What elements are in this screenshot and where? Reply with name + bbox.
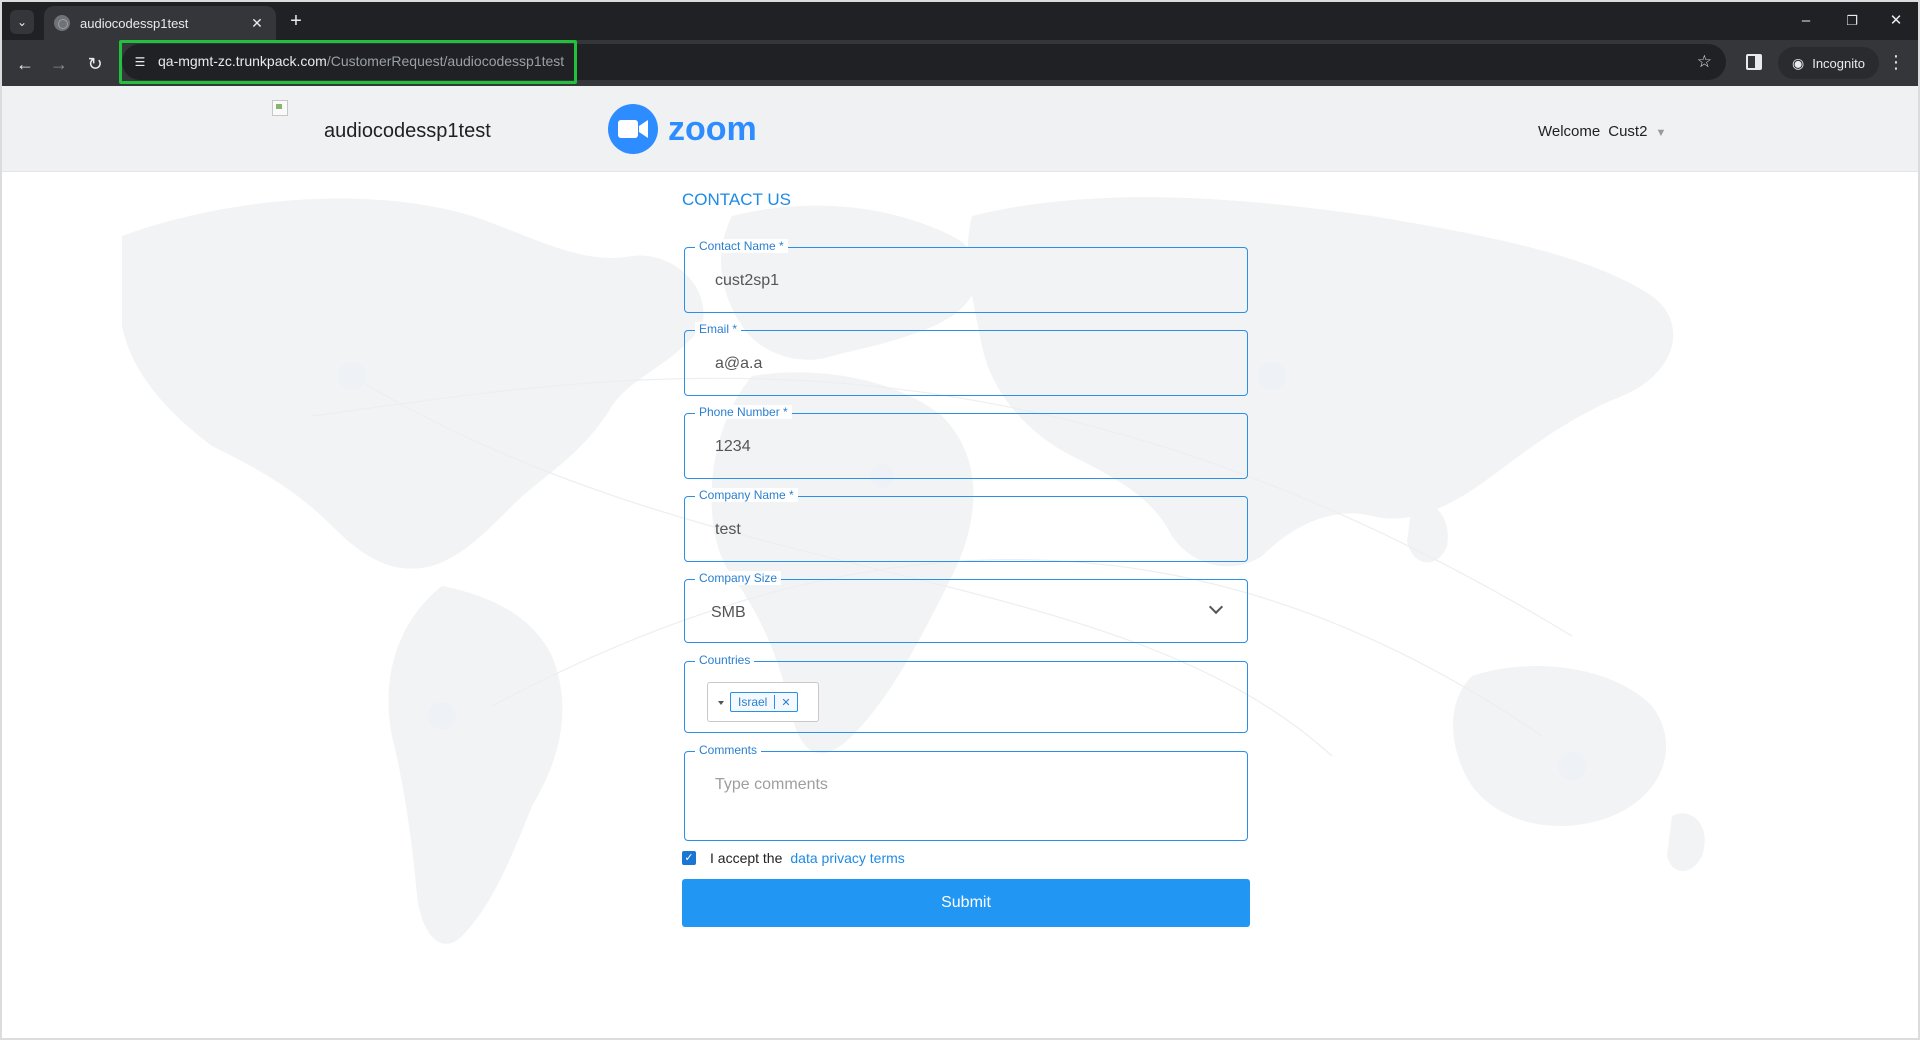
comments-placeholder[interactable]: Type comments <box>715 776 828 794</box>
form-title: CONTACT US <box>682 190 791 209</box>
contact-name-field[interactable]: Contact Name * cust2sp1 <box>684 239 1248 313</box>
contact-name-label: Contact Name * <box>695 239 788 253</box>
incognito-badge[interactable]: ◉ Incognito <box>1778 47 1879 79</box>
email-label: Email * <box>695 322 742 336</box>
company-name-label: Company Name * <box>695 488 798 502</box>
restore-icon[interactable]: ❐ <box>1830 8 1874 34</box>
comments-field[interactable]: Comments Type comments <box>684 743 1248 841</box>
phone-number-field[interactable]: Phone Number * 1234 <box>684 405 1248 479</box>
tenant-name: audiocodessp1test <box>324 120 491 142</box>
broken-logo-image-icon <box>272 100 288 116</box>
company-name-value[interactable]: test <box>715 521 741 539</box>
url-highlight-annotation <box>119 40 577 84</box>
tab-search-chevron-icon[interactable]: ⌄ <box>10 10 34 34</box>
country-chip: Israel ✕ <box>730 692 798 712</box>
email-field[interactable]: Email * a@a.a <box>684 322 1248 396</box>
site-header: audiocodessp1test zoom Welcome Cust2 ▼ <box>2 86 1918 172</box>
browser-menu-icon[interactable]: ⋮ <box>1886 52 1906 73</box>
zoom-logo: zoom <box>608 104 757 154</box>
zoom-wordmark: zoom <box>668 109 757 148</box>
close-tab-icon[interactable]: ✕ <box>248 15 266 32</box>
consent-checkbox[interactable]: ✓ <box>682 851 696 865</box>
incognito-label: Incognito <box>1812 55 1865 71</box>
contact-name-value[interactable]: cust2sp1 <box>715 272 779 290</box>
comments-label: Comments <box>695 743 762 757</box>
bookmark-star-icon[interactable]: ☆ <box>1697 52 1712 72</box>
forward-arrow-icon[interactable]: → <box>46 51 72 77</box>
privacy-terms-link[interactable]: data privacy terms <box>790 850 904 866</box>
countries-field[interactable]: Countries Israel ✕ <box>684 653 1248 733</box>
remove-chip-icon[interactable]: ✕ <box>775 696 796 709</box>
browser-tab[interactable]: audiocodessp1test ✕ <box>44 6 276 40</box>
minimize-icon[interactable]: – <box>1784 8 1828 34</box>
user-menu[interactable]: Welcome Cust2 ▼ <box>1538 123 1666 140</box>
countries-label: Countries <box>695 653 755 667</box>
phone-number-label: Phone Number * <box>695 405 792 419</box>
email-value[interactable]: a@a.a <box>715 355 762 373</box>
side-panel-icon[interactable] <box>1746 54 1762 70</box>
new-tab-plus-icon[interactable]: + <box>284 10 308 34</box>
zoom-camera-icon <box>608 104 658 154</box>
caret-down-icon[interactable]: ▼ <box>1655 127 1666 139</box>
tab-strip: ⌄ audiocodessp1test ✕ + – ❐ ✕ <box>2 2 1918 40</box>
reload-icon[interactable]: ↻ <box>82 51 108 77</box>
country-chip-label: Israel <box>731 695 776 709</box>
welcome-label: Welcome <box>1538 123 1601 140</box>
web-page: audiocodessp1test zoom Welcome Cust2 ▼ CON… <box>2 86 1918 1038</box>
company-size-label: Company Size <box>695 571 782 585</box>
close-window-icon[interactable]: ✕ <box>1874 8 1918 34</box>
countries-multiselect[interactable]: Israel ✕ <box>707 682 819 722</box>
incognito-icon: ◉ <box>1792 54 1805 71</box>
privacy-consent: ✓ I accept the data privacy terms <box>682 850 905 866</box>
globe-icon <box>54 15 70 31</box>
chevron-down-icon[interactable] <box>1208 599 1224 615</box>
submit-button[interactable]: Submit <box>682 879 1250 927</box>
tab-title: audiocodessp1test <box>80 15 189 31</box>
consent-text: I accept the <box>710 850 783 866</box>
user-name: Cust2 <box>1608 123 1648 140</box>
browser-window: ⌄ audiocodessp1test ✕ + – ❐ ✕ ← → ↻ ☰ qa… <box>0 0 1920 1040</box>
phone-number-value[interactable]: 1234 <box>715 438 751 456</box>
caret-down-icon[interactable] <box>718 701 724 705</box>
company-size-value: SMB <box>711 604 746 621</box>
back-arrow-icon[interactable]: ← <box>12 51 38 77</box>
company-size-select[interactable]: Company Size SMB <box>684 571 1248 643</box>
company-name-field[interactable]: Company Name * test <box>684 488 1248 562</box>
